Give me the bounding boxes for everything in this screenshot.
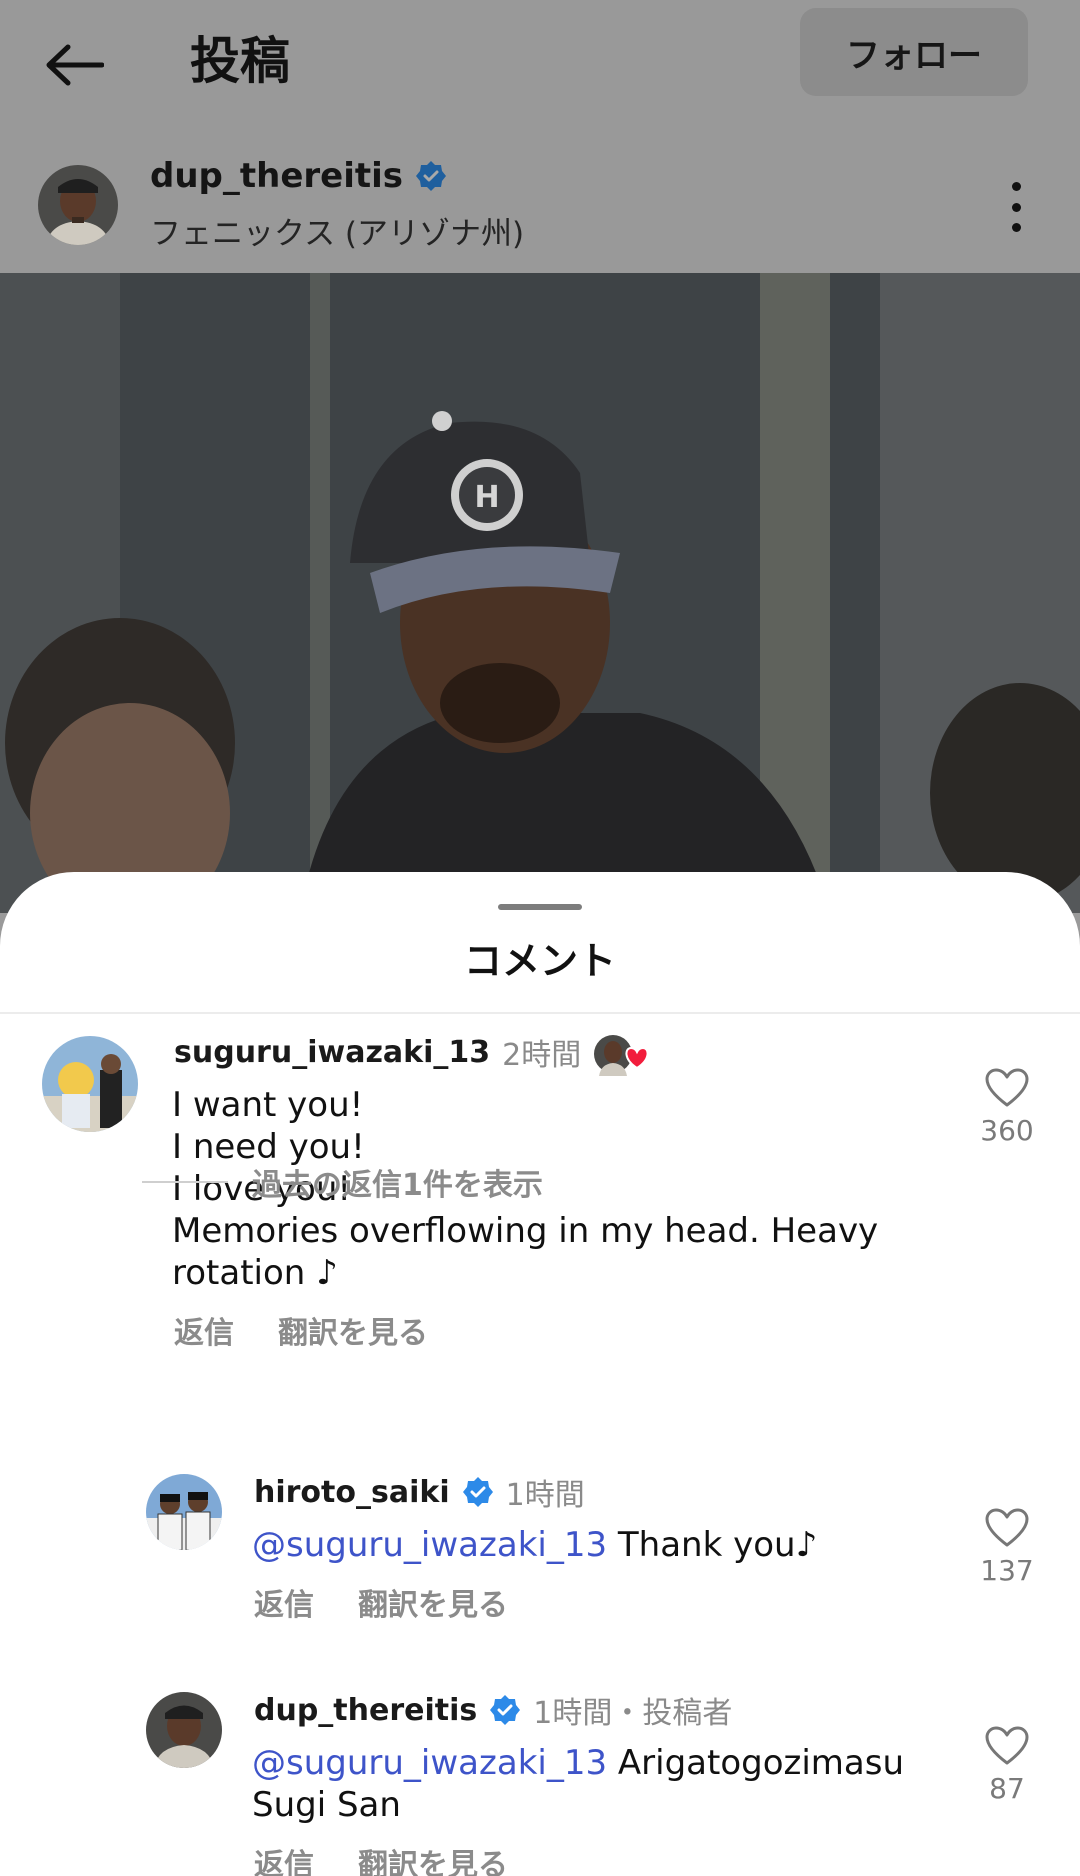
back-button[interactable] [36,30,112,100]
sheet-title: コメント [463,939,616,983]
commenter-avatar[interactable] [42,1036,138,1132]
heart-outline-icon[interactable] [985,1508,1029,1548]
comment-header: dup_thereitis 1時間・投稿者 [254,1688,732,1732]
verified-badge-icon [416,161,447,191]
author-liked-indicator [593,1032,649,1076]
svg-text:H: H [474,480,499,515]
comment-username[interactable]: suguru_iwazaki_13 [174,1035,490,1070]
see-translation-button[interactable]: 翻訳を見る [278,1308,428,1352]
comment-text: @suguru_iwazaki_13 Arigatogozimasu Sugi … [252,1742,952,1826]
comment-username[interactable]: dup_thereitis [254,1693,477,1728]
see-translation-button[interactable]: 翻訳を見る [358,1580,508,1624]
reply-button[interactable]: 返信 [174,1308,234,1352]
like-count: 87 [989,1772,1025,1805]
comment-actions: 返信 翻訳を見る [174,1308,428,1352]
like-count: 360 [980,1114,1034,1147]
post-location[interactable]: フェニックス (アリゾナ州) [150,208,524,253]
reply-button[interactable]: 返信 [254,1840,314,1876]
like-count: 137 [980,1554,1034,1587]
mention-link[interactable]: @suguru_iwazaki_13 [252,1743,607,1783]
more-dot-icon [1012,223,1021,232]
verified-badge-icon [462,1477,493,1507]
author-username-text[interactable]: dup_thereitis [150,156,403,196]
comment-line: rotation ♪ [172,1253,338,1293]
comment-line: @suguru_iwazaki_13 Arigatogozimasu [252,1742,952,1784]
comment-time: 1時間 [505,1478,585,1513]
comment-text: @suguru_iwazaki_13 Thank you♪ [252,1524,952,1566]
top-bar: 投稿 フォロー [0,0,1080,130]
view-previous-replies[interactable]: 過去の返信1件を表示 [142,1160,543,1204]
post-photo[interactable]: H [0,273,1080,913]
comment-text-content: Thank you♪ [607,1525,818,1565]
more-dot-icon [1012,202,1021,212]
comment-line: Sugi San [252,1785,401,1825]
comment-line: Memories overflowing in my head. Heavy [172,1211,879,1251]
like-control: 360 [962,1068,1052,1147]
comment-actions: 返信 翻訳を見る [254,1580,508,1624]
divider [142,1181,228,1183]
verified-badge-icon [490,1695,521,1725]
comment-actions: 返信 翻訳を見る [254,1840,508,1876]
comment-header: hiroto_saiki 1時間 [254,1470,585,1514]
page-title: 投稿 [190,32,290,90]
comment-time: 2時間 [502,1038,582,1073]
sheet-drag-handle[interactable] [498,904,582,910]
post-author-row: dup_thereitis フェニックス (アリゾナ州) [0,130,1080,273]
view-previous-replies-label[interactable]: 過去の返信1件を表示 [252,1160,543,1204]
comment-header: suguru_iwazaki_13 2時間 [174,1030,649,1076]
like-control: 137 [962,1508,1052,1587]
mention-link[interactable]: @suguru_iwazaki_13 [252,1525,607,1565]
like-control: 87 [962,1726,1052,1805]
heart-outline-icon[interactable] [985,1068,1029,1108]
follow-button[interactable]: フォロー [800,8,1028,96]
comment-line: I want you! [172,1085,364,1125]
more-options-button[interactable] [1006,172,1027,242]
more-dot-icon [1012,182,1021,191]
reply-button[interactable]: 返信 [254,1580,314,1624]
arrow-left-icon [46,44,104,86]
comment-username[interactable]: hiroto_saiki [254,1475,450,1510]
divider [0,1012,1080,1014]
commenter-avatar[interactable] [146,1692,222,1768]
commenter-avatar[interactable] [146,1474,222,1550]
heart-outline-icon[interactable] [985,1726,1029,1766]
comment-text-content: Arigatogozimasu [607,1743,905,1783]
see-translation-button[interactable]: 翻訳を見る [358,1840,508,1876]
author-username[interactable]: dup_thereitis [150,156,447,196]
comment-time: 1時間・投稿者 [533,1696,733,1731]
author-avatar[interactable] [38,165,118,245]
